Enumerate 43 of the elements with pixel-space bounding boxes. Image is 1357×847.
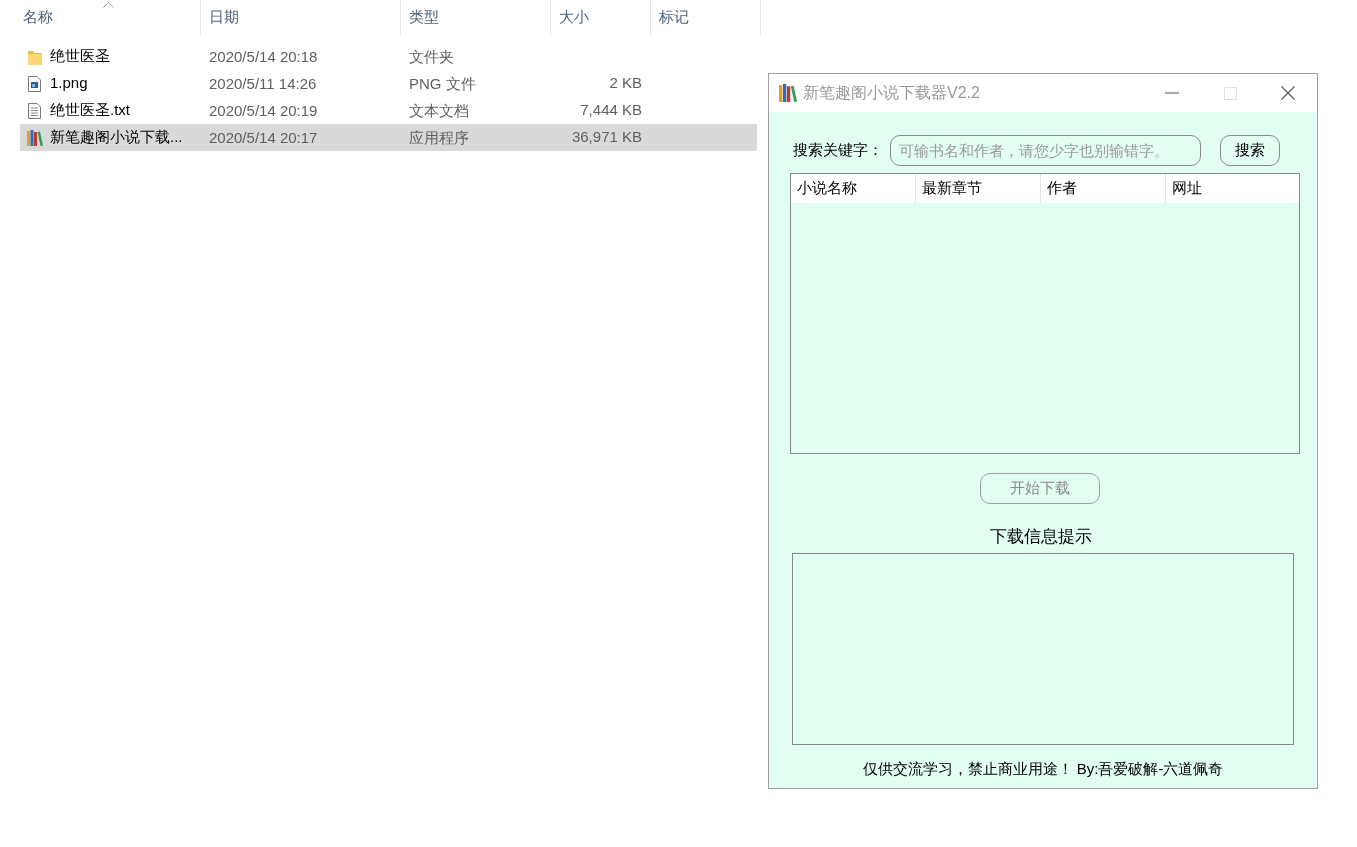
- file-size: 7,444 KB: [580, 100, 642, 121]
- file-type: PNG 文件: [409, 74, 476, 92]
- file-name: 绝世医圣: [50, 46, 110, 67]
- file-name: 新笔趣阁小说下载...: [50, 127, 183, 148]
- column-header[interactable]: 小说名称: [791, 174, 916, 203]
- file-row[interactable]: 绝世医圣 2020/5/14 20:18 文件夹: [20, 43, 757, 70]
- column-header[interactable]: 日期: [209, 6, 239, 29]
- file-name: 绝世医圣.txt: [50, 100, 130, 121]
- column-header[interactable]: 标记: [659, 6, 689, 29]
- file-row[interactable]: 绝世医圣.txt 2020/5/14 20:19 文本文档 7,444 KB: [20, 97, 757, 124]
- file-date: 2020/5/14 20:18: [209, 47, 318, 65]
- image-file-icon: [28, 75, 41, 92]
- column-header[interactable]: 最新章节: [916, 174, 1041, 203]
- column-header[interactable]: 名称: [23, 6, 53, 29]
- text-file-icon: [28, 102, 41, 119]
- books-icon: [779, 84, 797, 102]
- file-row[interactable]: 新笔趣阁小说下载... 2020/5/14 20:17 应用程序 36,971 KB: [20, 124, 757, 151]
- file-date: 2020/5/11 14:26: [209, 74, 317, 92]
- file-type: 应用程序: [409, 128, 469, 146]
- file-size: 36,971 KB: [571, 127, 642, 148]
- file-type: 文件夹: [409, 47, 454, 65]
- column-header[interactable]: 网址: [1166, 174, 1299, 203]
- file-date: 2020/5/14 20:17: [209, 128, 318, 146]
- file-row[interactable]: 1.png 2020/5/11 14:26 PNG 文件 2 KB: [20, 70, 757, 97]
- books-icon: [27, 129, 43, 146]
- search-button[interactable]: 搜索: [1220, 135, 1280, 166]
- log-label: 下载信息提示: [990, 526, 1092, 548]
- column-header[interactable]: 作者: [1041, 174, 1166, 203]
- column-header[interactable]: 大小: [559, 6, 589, 29]
- log-field[interactable]: [792, 553, 1294, 745]
- file-name: 1.png: [50, 73, 88, 94]
- file-size: 2 KB: [609, 73, 642, 94]
- search-label: 搜索关键字：: [793, 140, 884, 161]
- footer-text: 仅供交流学习，禁止商业用途！ By:吾爱破解-六道佩奇: [862, 759, 1224, 779]
- close-icon: [1281, 86, 1295, 100]
- folder-icon: [28, 48, 42, 65]
- maximize-icon: [1223, 86, 1237, 100]
- search-field[interactable]: 可输书名和作者，请您少字也别输错字。: [890, 135, 1201, 166]
- column-header[interactable]: 类型: [409, 6, 439, 29]
- file-date: 2020/5/14 20:19: [209, 101, 318, 119]
- window-title: 新笔趣阁小说下载器V2.2: [803, 83, 980, 103]
- file-type: 文本文档: [409, 101, 469, 119]
- minimize-icon: [1165, 92, 1179, 94]
